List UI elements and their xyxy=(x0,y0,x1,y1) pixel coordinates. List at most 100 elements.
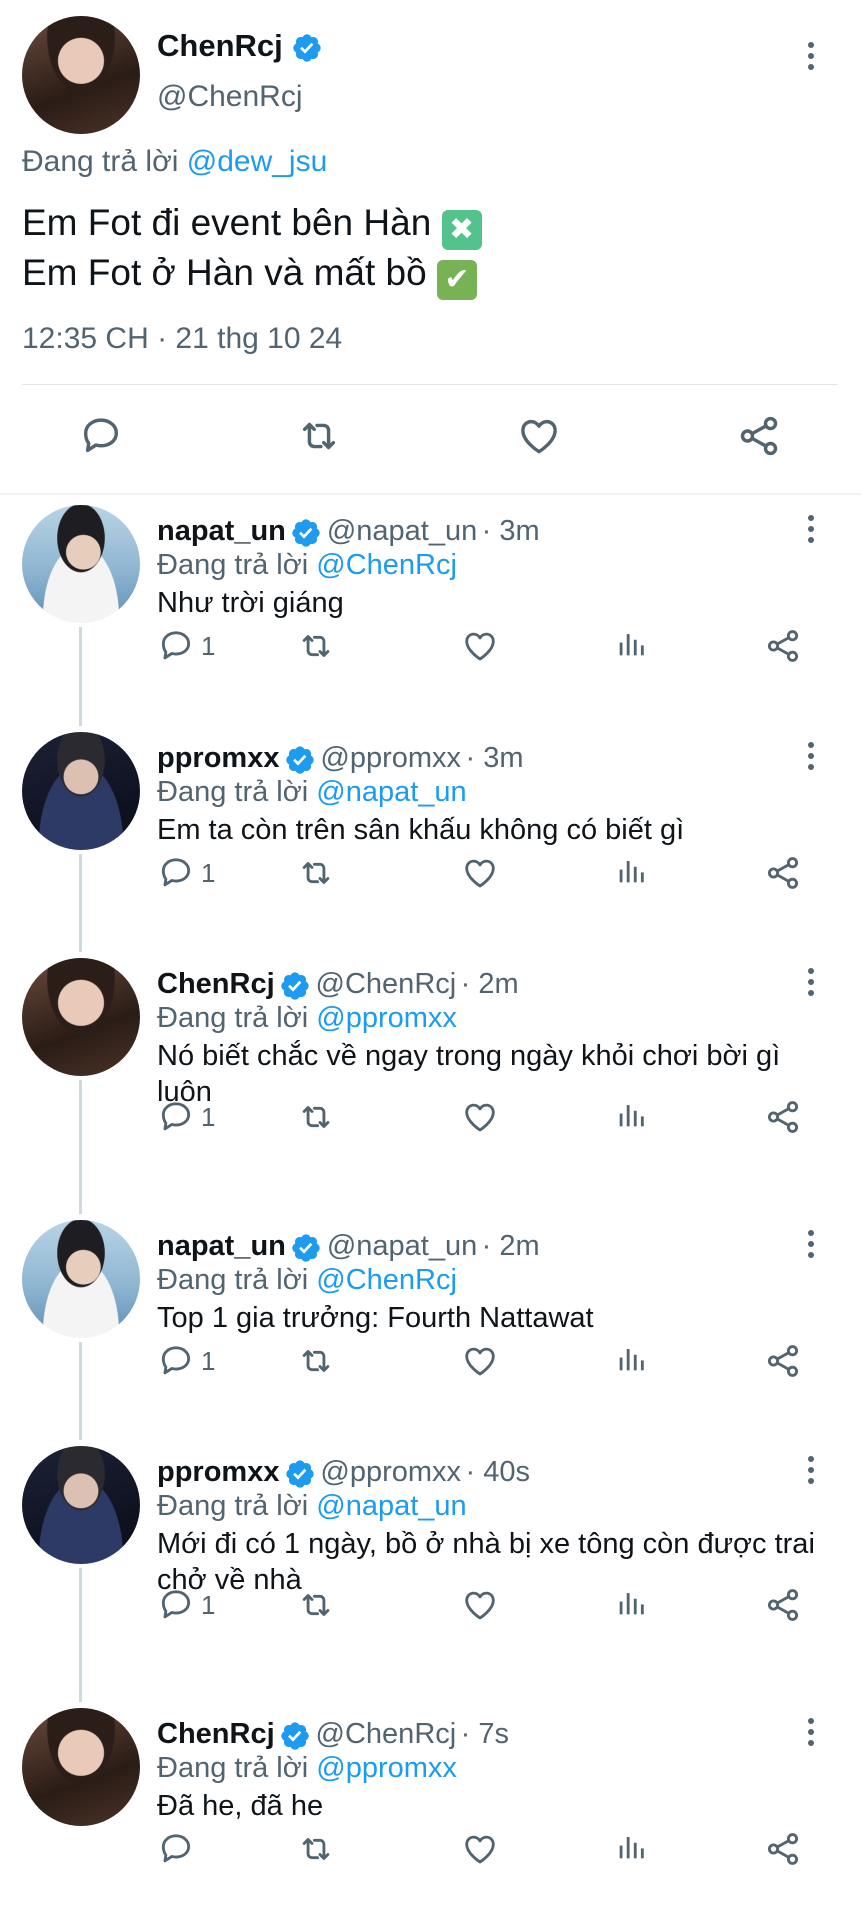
views-button[interactable] xyxy=(614,627,648,661)
avatar[interactable] xyxy=(22,732,140,850)
share-button[interactable] xyxy=(764,1098,802,1136)
time-ago[interactable]: · 7s xyxy=(461,1718,509,1750)
share-icon xyxy=(764,1098,802,1136)
reply-mention-link[interactable]: @dew_jsu xyxy=(187,145,328,178)
like-button[interactable] xyxy=(461,1342,499,1380)
verified-badge-icon xyxy=(291,32,323,64)
views-icon xyxy=(614,1342,648,1376)
reply-prefix: Đang trả lời xyxy=(157,776,309,808)
like-button[interactable] xyxy=(516,413,562,459)
reply-prefix: Đang trả lời xyxy=(22,145,179,178)
views-button[interactable] xyxy=(614,1098,648,1132)
more-vertical-icon[interactable] xyxy=(808,515,816,548)
views-button[interactable] xyxy=(614,1830,648,1864)
like-button[interactable] xyxy=(461,1586,499,1624)
retweet-icon xyxy=(296,854,336,892)
handle[interactable]: @napat_un xyxy=(327,515,477,547)
display-name[interactable]: napat_un xyxy=(157,1230,286,1262)
avatar[interactable] xyxy=(22,1708,140,1826)
time-ago[interactable]: · 2m xyxy=(461,968,519,1000)
retweet-button[interactable] xyxy=(296,1098,336,1136)
reply-mention-link[interactable]: @napat_un xyxy=(316,1490,466,1522)
retweet-icon xyxy=(296,1342,336,1380)
reply-button[interactable] xyxy=(78,413,124,459)
like-button[interactable] xyxy=(461,1830,499,1868)
retweet-button[interactable] xyxy=(296,854,336,892)
retweet-button[interactable] xyxy=(296,1342,336,1380)
verified-badge-icon xyxy=(290,517,322,549)
reply-mention-link[interactable]: @napat_un xyxy=(316,776,466,808)
share-button[interactable] xyxy=(764,1342,802,1380)
reply-button[interactable]: 1 xyxy=(157,1342,215,1380)
more-vertical-icon[interactable] xyxy=(808,1456,816,1489)
tweet-timestamp[interactable]: 12:35 CH · 21 thg 10 24 xyxy=(22,322,342,356)
views-button[interactable] xyxy=(614,1342,648,1376)
reply-button[interactable]: 1 xyxy=(157,1586,215,1624)
share-button[interactable] xyxy=(764,1586,802,1624)
author-line: ChenRcj @ChenRcj · 2m xyxy=(157,968,519,1002)
avatar[interactable] xyxy=(22,1220,140,1338)
views-icon xyxy=(614,1098,648,1132)
reply-mention-link[interactable]: @ppromxx xyxy=(316,1002,457,1034)
reply-mention-link[interactable]: @ppromxx xyxy=(316,1752,457,1784)
handle[interactable]: @napat_un xyxy=(327,1230,477,1262)
retweet-button[interactable] xyxy=(295,413,343,459)
share-button[interactable] xyxy=(764,1830,802,1868)
display-name[interactable]: ChenRcj xyxy=(157,968,275,1000)
like-button[interactable] xyxy=(461,1098,499,1136)
more-vertical-icon[interactable] xyxy=(808,742,816,775)
more-vertical-icon[interactable] xyxy=(808,1718,816,1751)
time-ago[interactable]: · 3m xyxy=(465,742,523,774)
divider xyxy=(0,493,861,495)
avatar[interactable] xyxy=(22,505,140,623)
avatar[interactable] xyxy=(22,16,140,134)
share-button[interactable] xyxy=(764,854,802,892)
display-name[interactable]: ppromxx xyxy=(157,1456,279,1488)
views-button[interactable] xyxy=(614,1586,648,1620)
retweet-button[interactable] xyxy=(296,1586,336,1624)
handle[interactable]: @ppromxx xyxy=(320,742,461,774)
handle[interactable]: @ChenRcj xyxy=(316,968,457,1000)
like-button[interactable] xyxy=(461,627,499,665)
reply-button[interactable] xyxy=(157,1830,201,1868)
handle[interactable]: @ChenRcj xyxy=(157,80,303,114)
retweet-button[interactable] xyxy=(296,627,336,665)
display-name[interactable]: napat_un xyxy=(157,515,286,547)
like-button[interactable] xyxy=(461,854,499,892)
author-line: ppromxx @ppromxx · 3m xyxy=(157,742,523,776)
more-vertical-icon[interactable] xyxy=(808,1230,816,1263)
time-ago[interactable]: · 2m xyxy=(482,1230,540,1262)
author-line: ChenRcj @ChenRcj · 7s xyxy=(157,1718,509,1752)
retweet-button[interactable] xyxy=(296,1830,336,1868)
cross-mark-emoji: ✖ xyxy=(441,210,482,250)
share-icon xyxy=(764,1342,802,1380)
replying-to: Đang trả lời @ppromxx xyxy=(157,1752,457,1785)
display-name[interactable]: ppromxx xyxy=(157,742,279,774)
views-icon xyxy=(614,1586,648,1620)
display-name[interactable]: ChenRcj xyxy=(157,28,283,63)
reply-mention-link[interactable]: @ChenRcj xyxy=(316,549,457,581)
reply-button[interactable]: 1 xyxy=(157,1098,215,1136)
handle[interactable]: @ChenRcj xyxy=(316,1718,457,1750)
reply-prefix: Đang trả lời xyxy=(157,1264,309,1296)
time-ago[interactable]: · 3m xyxy=(482,515,540,547)
more-vertical-icon[interactable] xyxy=(808,42,816,75)
replying-to: Đang trả lời @napat_un xyxy=(157,776,467,809)
time-ago[interactable]: · 40s xyxy=(465,1456,529,1488)
share-button[interactable] xyxy=(764,627,802,665)
views-button[interactable] xyxy=(614,854,648,888)
avatar[interactable] xyxy=(22,958,140,1076)
retweet-icon xyxy=(295,413,343,459)
share-button[interactable] xyxy=(736,413,782,459)
more-vertical-icon[interactable] xyxy=(808,968,816,1001)
handle[interactable]: @ppromxx xyxy=(320,1456,461,1488)
reply-prefix: Đang trả lời xyxy=(157,549,309,581)
display-name[interactable]: ChenRcj xyxy=(157,1718,275,1750)
verified-badge-icon xyxy=(284,744,316,776)
share-icon xyxy=(764,627,802,665)
reply-button[interactable]: 1 xyxy=(157,627,215,665)
reply-mention-link[interactable]: @ChenRcj xyxy=(316,1264,457,1296)
reply-icon xyxy=(157,1586,195,1624)
avatar[interactable] xyxy=(22,1446,140,1564)
reply-button[interactable]: 1 xyxy=(157,854,215,892)
